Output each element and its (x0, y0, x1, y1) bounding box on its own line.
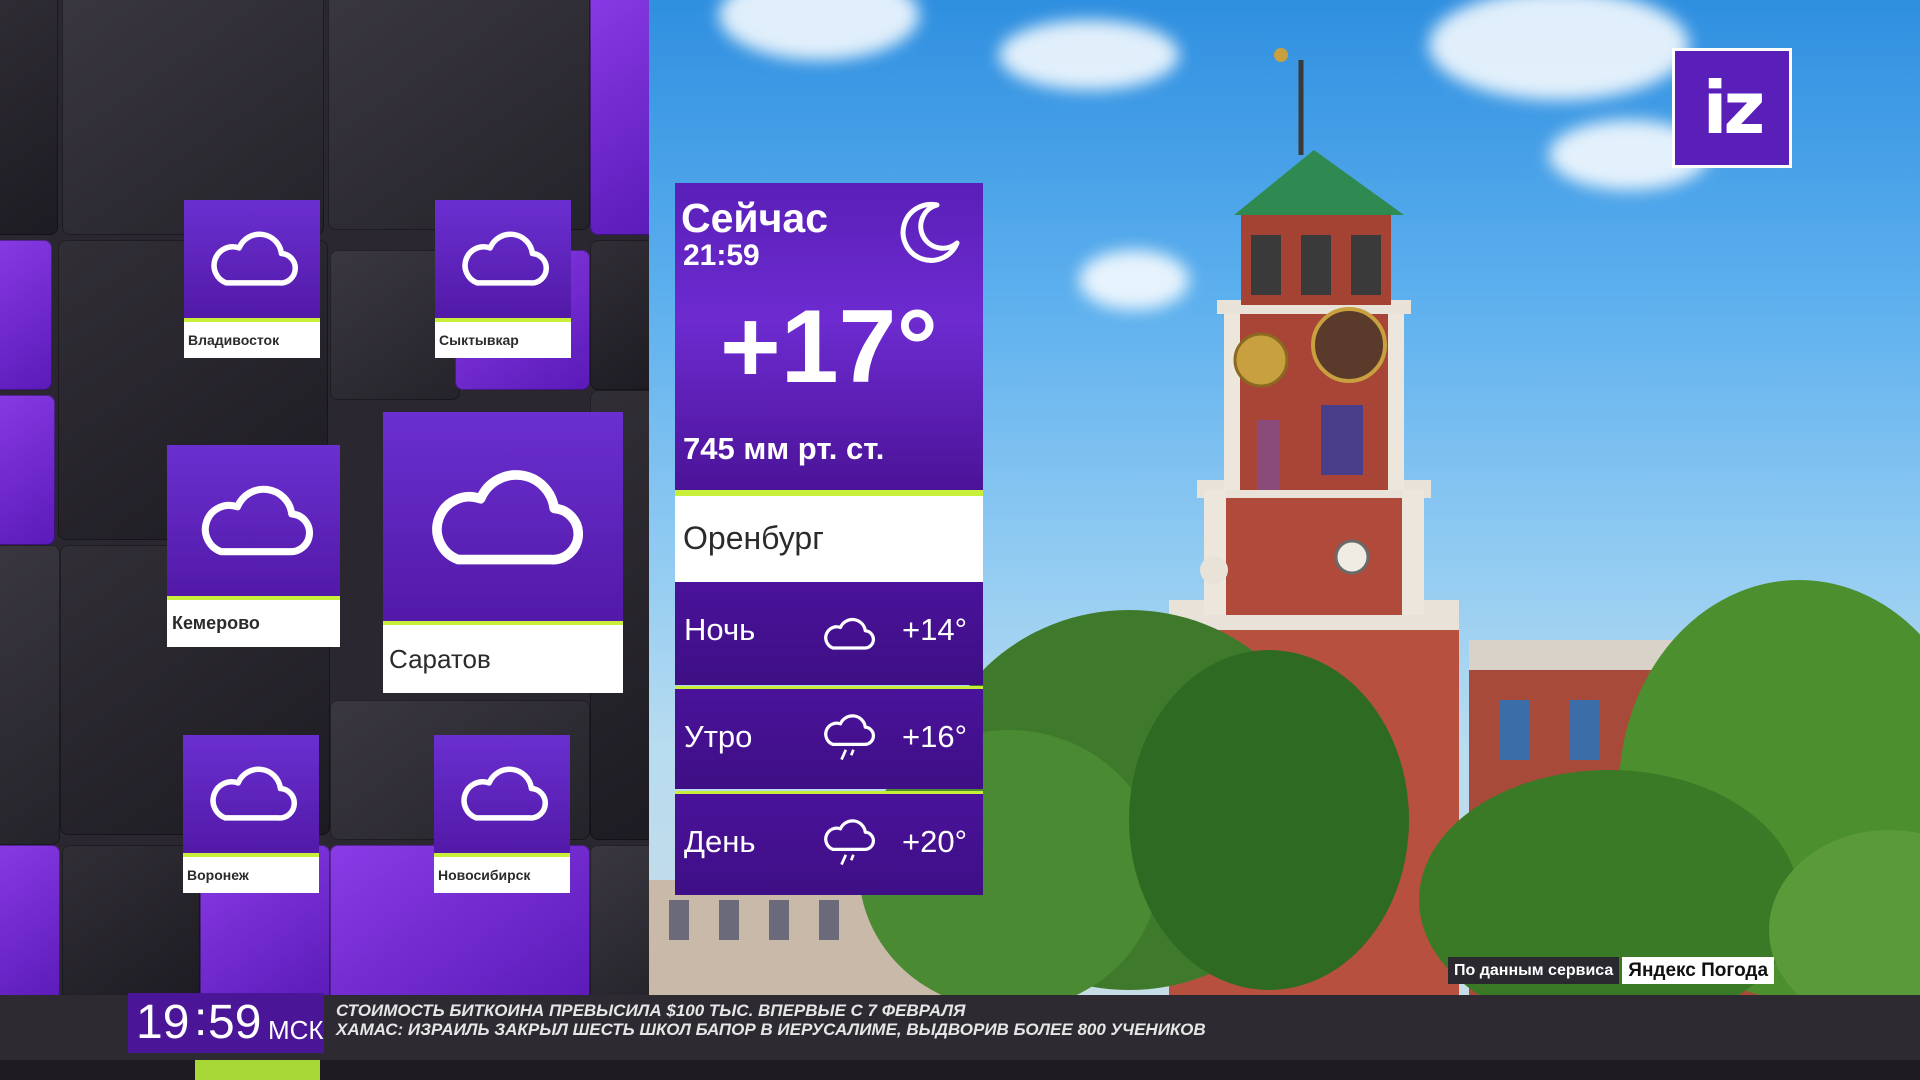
cloud-icon (435, 200, 571, 318)
clock-hours: 19 (136, 996, 190, 1049)
ticker-line-2: ХАМАС: ИЗРАИЛЬ ЗАКРЫЛ ШЕСТЬ ШКОЛ БАПОР В… (336, 1020, 1206, 1039)
cloud-icon (821, 616, 875, 657)
clock-timezone: МСК (268, 1015, 324, 1045)
current-pressure: 745 мм рт. ст. (683, 431, 885, 466)
source-service: Яндекс Погода (1622, 957, 1775, 984)
channel-logo-text: iz (1702, 66, 1766, 150)
city-card[interactable]: Сыктывкар (435, 200, 571, 358)
selected-city-box: Оренбург (675, 490, 983, 582)
clock-minutes: 59 (208, 996, 262, 1049)
forecast-period: Ночь (684, 612, 756, 647)
current-title: Сейчас (681, 195, 829, 241)
channel-logo: iz (1672, 48, 1792, 168)
current-temperature: +17° (719, 289, 938, 405)
selected-city-name: Оренбург (683, 520, 824, 556)
cloud-icon (434, 735, 570, 853)
cloud-icon (184, 200, 320, 318)
forecast-row: Утро +16° (675, 686, 983, 789)
city-card-featured[interactable]: Саратов (383, 412, 623, 693)
mosaic-tile (590, 0, 649, 235)
forecast-row: Ночь +14° (675, 582, 983, 685)
city-card-label: Владивосток (184, 318, 320, 358)
mosaic-tile (62, 845, 200, 995)
bottom-strip (0, 1060, 1920, 1080)
cloud-rain-icon (821, 713, 875, 770)
city-card[interactable]: Воронеж (183, 735, 319, 893)
ticker-line-1: СТОИМОСТЬ БИТКОИНА ПРЕВЫСИЛА $100 ТЫС. В… (336, 1001, 966, 1020)
moon-icon (897, 199, 963, 270)
mosaic-tile (328, 0, 590, 230)
cloud-icon (383, 412, 623, 623)
mosaic-tile (0, 395, 55, 545)
clock-box: 19 : 59 МСК (128, 993, 324, 1053)
mosaic-tile (0, 240, 52, 390)
city-card[interactable]: Владивосток (184, 200, 320, 358)
forecast-row: День +20° (675, 791, 983, 895)
bottom-accent (195, 1060, 320, 1080)
forecast-temp: +20° (902, 824, 967, 859)
forecast-temp: +14° (902, 612, 967, 647)
mosaic-tile (0, 845, 60, 995)
city-card-label: Саратов (383, 621, 623, 693)
mosaic-tile (0, 545, 60, 845)
city-card-label: Сыктывкар (435, 318, 571, 358)
mosaic-tile (590, 845, 649, 995)
current-weather-panel: Сейчас 21:59 +17° 745 мм рт. ст. (675, 183, 983, 490)
current-time: 21:59 (683, 239, 760, 272)
cloud-icon (167, 445, 340, 597)
mosaic-tile (590, 240, 649, 390)
forecast-period: День (684, 824, 756, 859)
forecast-period: Утро (684, 719, 753, 754)
source-credit: По данным сервиса Яндекс Погода (1448, 957, 1775, 984)
city-card-label: Кемерово (167, 596, 340, 647)
city-card[interactable]: Новосибирск (434, 735, 570, 893)
clock-separator: : (194, 993, 208, 1046)
source-prefix: По данным сервиса (1448, 957, 1620, 984)
cloud-rain-icon (821, 818, 875, 875)
city-card-label: Воронеж (183, 853, 319, 893)
cloud-icon (183, 735, 319, 853)
mosaic-tile (0, 0, 58, 235)
city-card-label: Новосибирск (434, 853, 570, 893)
forecast-temp: +16° (902, 719, 967, 754)
city-card[interactable]: Кемерово (167, 445, 340, 647)
